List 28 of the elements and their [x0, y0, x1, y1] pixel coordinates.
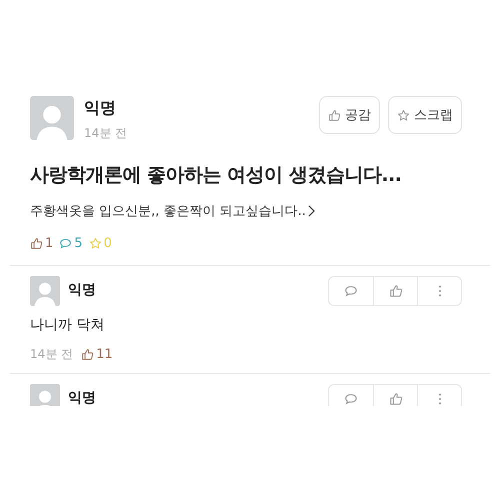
speech-bubble-icon	[59, 237, 72, 250]
comment-text: 나니까 닥쳐	[30, 316, 106, 334]
like-count: 1	[45, 236, 54, 251]
avatar-icon	[30, 276, 60, 306]
thumbs-up-icon	[328, 108, 341, 122]
comment-time: 14분 전	[30, 346, 74, 363]
speech-bubble-icon	[344, 392, 358, 406]
thumbs-up-icon	[388, 284, 402, 298]
post-title: 사랑학개론에 좋아하는 여성이 생겼습니다...	[30, 163, 402, 188]
like-count: 11	[96, 347, 113, 362]
avatar-icon	[30, 96, 74, 140]
thumbs-up-icon	[81, 348, 94, 361]
comment-count: 5	[74, 236, 83, 251]
thumbs-up-icon	[388, 392, 402, 406]
post-body: 주황색옷을 입으신분,, 좋은짝이 되고싶습니다..	[30, 203, 306, 220]
star-icon	[397, 108, 410, 122]
commenter-name: 익명	[68, 389, 96, 406]
author-name: 익명	[84, 98, 117, 119]
scrap-button[interactable]: 스크랩	[388, 96, 462, 134]
like-button[interactable]: 공감	[319, 96, 380, 134]
speech-bubble-icon	[344, 284, 358, 298]
scrap-count: 0	[104, 236, 112, 251]
thumbs-up-icon	[30, 237, 43, 250]
avatar-icon	[30, 384, 60, 406]
chevron-right-icon	[308, 205, 315, 217]
post-time: 14분 전	[84, 125, 128, 142]
star-icon	[88, 237, 102, 250]
commenter-name: 익명	[68, 281, 96, 299]
